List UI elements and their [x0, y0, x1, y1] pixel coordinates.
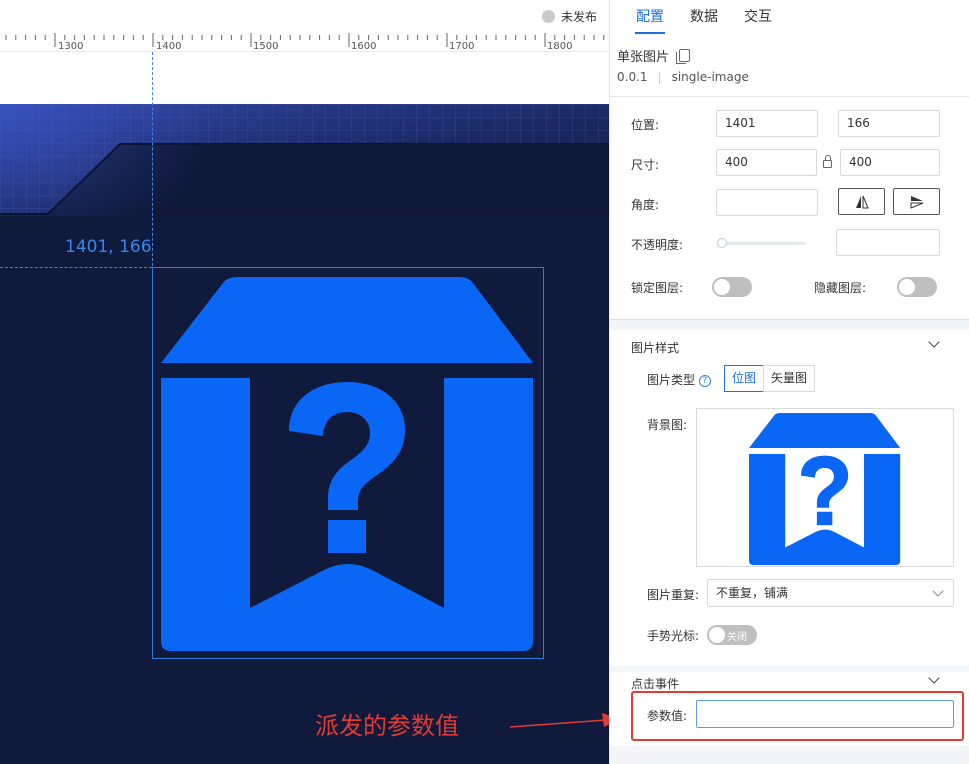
- publish-status[interactable]: 未发布: [541, 8, 597, 25]
- tab-config[interactable]: 配置: [623, 0, 677, 36]
- image-type-label: 图片类型 ?: [647, 371, 711, 388]
- angle-label: 角度:: [631, 198, 660, 212]
- hide-layer-toggle[interactable]: [897, 277, 937, 297]
- annotation-arrow-icon: [509, 713, 609, 728]
- panel-tabs: 配置 数据 交互: [610, 0, 969, 36]
- image-type-bitmap-button[interactable]: 位图: [724, 365, 764, 392]
- height-input[interactable]: 400: [840, 149, 940, 176]
- tab-data[interactable]: 数据: [677, 0, 731, 36]
- ruler-label: 1700: [449, 41, 475, 52]
- property-panel: 配置 数据 交互 单张图片 0.0.1 | single-image 位置: 1…: [609, 0, 969, 764]
- position-label: 位置:: [631, 118, 660, 132]
- chevron-down-icon[interactable]: [928, 672, 940, 684]
- param-value-label: 参数值:: [647, 709, 688, 723]
- position-readout: 1401, 166: [65, 237, 152, 257]
- section-separator: [610, 666, 969, 672]
- opacity-label: 不透明度:: [631, 238, 684, 252]
- flip-vertical-icon: [910, 195, 923, 209]
- help-icon[interactable]: ?: [698, 374, 711, 387]
- angle-input[interactable]: [716, 189, 818, 216]
- opacity-slider-handle[interactable]: [717, 238, 727, 248]
- flip-vertical-button[interactable]: [893, 188, 940, 215]
- background-image-preview[interactable]: [696, 408, 954, 567]
- vertical-guide-line: [152, 52, 153, 266]
- section-separator: [610, 320, 969, 330]
- toggle-knob: [899, 279, 915, 295]
- publish-status-label: 未发布: [560, 10, 597, 24]
- cursor-label: 手势光标:: [647, 629, 700, 643]
- chevron-down-icon[interactable]: [928, 336, 940, 348]
- opacity-slider-track[interactable]: [720, 242, 806, 245]
- param-value-input[interactable]: [696, 700, 954, 728]
- ruler-label: 1500: [253, 41, 279, 52]
- ruler-label: 1800: [547, 41, 573, 52]
- chevron-down-icon: [932, 585, 944, 597]
- ruler-label: 1600: [351, 41, 377, 52]
- width-input[interactable]: 400: [716, 149, 817, 176]
- toggle-knob: [714, 279, 730, 295]
- position-y-input[interactable]: 166: [838, 110, 940, 137]
- tab-interaction[interactable]: 交互: [731, 0, 785, 36]
- component-id: single-image: [671, 70, 749, 84]
- image-style-title[interactable]: 图片样式: [631, 339, 679, 356]
- selected-image-component[interactable]: [152, 267, 544, 659]
- canvas-topbar: 未发布: [0, 0, 609, 32]
- meta-divider: |: [657, 70, 662, 84]
- image-thumbnail-icon: [749, 413, 901, 565]
- component-header: 单张图片: [617, 46, 691, 65]
- lock-ratio-icon[interactable]: [823, 155, 832, 168]
- image-placeholder-icon: [161, 277, 533, 651]
- panel-footer: [610, 746, 969, 764]
- component-name: 单张图片: [617, 50, 670, 65]
- canvas-margin: [0, 52, 609, 104]
- ruler-label: 1400: [156, 41, 182, 52]
- status-dot-icon: [541, 10, 555, 23]
- opacity-input[interactable]: [836, 229, 940, 256]
- image-type-vector-button[interactable]: 矢量图: [763, 365, 815, 392]
- hand-cursor-toggle[interactable]: 关闭: [707, 625, 757, 645]
- position-x-input[interactable]: 1401: [716, 110, 818, 137]
- image-repeat-value: 不重复，铺满: [716, 586, 789, 600]
- component-meta: 0.0.1 | single-image: [617, 70, 749, 84]
- toggle-text: 关闭: [727, 632, 747, 643]
- toggle-knob: [709, 627, 725, 643]
- annotation-text: 派发的参数值: [315, 712, 459, 740]
- lock-layer-label: 锁定图层:: [631, 281, 684, 295]
- flip-horizontal-icon: [855, 195, 869, 208]
- copy-icon[interactable]: [676, 49, 691, 64]
- image-repeat-label: 图片重复:: [647, 588, 700, 602]
- click-event-title[interactable]: 点击事件: [631, 675, 679, 692]
- lock-layer-toggle[interactable]: [712, 277, 752, 297]
- horizontal-guide-line: [0, 267, 152, 268]
- horizontal-ruler[interactable]: 1300 1400 1500 1600 1700 1800: [0, 32, 609, 52]
- size-label: 尺寸:: [631, 158, 660, 172]
- hide-layer-label: 隐藏图层:: [814, 281, 867, 295]
- editor-canvas[interactable]: 未发布 1300 1400 1500 1600 1700 1800 1401, …: [0, 0, 609, 764]
- background-image-label: 背景图:: [647, 418, 688, 432]
- component-version: 0.0.1: [617, 70, 648, 84]
- flip-horizontal-button[interactable]: [838, 188, 885, 215]
- image-repeat-select[interactable]: 不重复，铺满: [707, 579, 954, 607]
- ruler-ticks: [5, 33, 605, 47]
- ruler-label: 1300: [58, 41, 84, 52]
